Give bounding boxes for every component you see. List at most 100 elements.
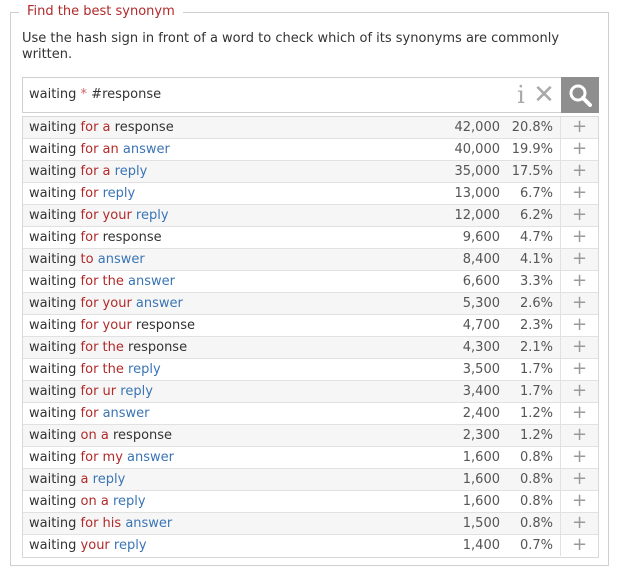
result-row: waiting for ur reply 3,400 1.7% + (23, 381, 598, 403)
phrase-word: waiting (29, 208, 81, 223)
result-count: 4,300 (462, 340, 500, 355)
result-percentage: 20.8% (511, 120, 553, 135)
result-count: 35,000 (454, 164, 501, 179)
plus-icon[interactable]: + (560, 183, 598, 204)
panel-hint: Use the hash sign in front of a word to … (22, 31, 560, 62)
plus-icon[interactable]: + (560, 205, 598, 226)
plus-icon[interactable]: + (560, 337, 598, 358)
phrase-function-words: to (80, 252, 98, 267)
phrase-word: waiting (29, 274, 81, 289)
result-phrase: waiting for the answer (29, 271, 175, 293)
result-phrase: waiting for a reply (29, 161, 147, 183)
phrase-word: waiting (29, 516, 81, 531)
plus-icon[interactable]: + (560, 249, 598, 270)
result-percentage: 0.7% (519, 538, 553, 553)
result-row: waiting on a response 2,300 1.2% + (23, 425, 598, 447)
plus-icon[interactable]: + (560, 469, 598, 490)
result-row: waiting for my answer 1,600 0.8% + (23, 447, 598, 469)
result-count: 1,600 (462, 450, 500, 465)
plus-icon[interactable]: + (560, 513, 598, 534)
phrase-word: waiting (29, 120, 81, 135)
search-icon (569, 84, 592, 107)
result-count: 4,700 (462, 318, 500, 333)
result-phrase: waiting for your answer (29, 293, 183, 315)
plus-icon[interactable]: + (560, 161, 598, 182)
result-row: waiting your reply 1,400 0.7% + (23, 535, 598, 557)
phrase-synonym-word: answer (135, 296, 183, 311)
phrase-word: response (128, 340, 188, 355)
plus-icon[interactable]: + (560, 315, 598, 336)
phrase-word: waiting (29, 538, 81, 553)
result-phrase: waiting for his answer (29, 513, 172, 535)
plus-icon[interactable]: + (560, 381, 598, 402)
search-button[interactable] (561, 77, 599, 113)
result-row: waiting on a reply 1,600 0.8% + (23, 491, 598, 513)
result-percentage: 1.2% (519, 406, 553, 421)
result-phrase: waiting for the reply (29, 359, 161, 381)
phrase-function-words: for his (80, 516, 126, 531)
phrase-word: response (135, 318, 195, 333)
result-phrase: waiting for an answer (29, 139, 170, 161)
synonym-panel: Find the best synonym Use the hash sign … (10, 4, 609, 566)
plus-icon[interactable]: + (560, 425, 598, 446)
result-percentage: 0.8% (519, 494, 553, 509)
phrase-word: waiting (29, 406, 81, 421)
result-percentage: 0.8% (519, 450, 553, 465)
phrase-word: response (102, 230, 162, 245)
phrase-synonym-word: reply (135, 208, 169, 223)
phrase-synonym-word: reply (112, 494, 146, 509)
phrase-function-words: on a (80, 428, 113, 443)
plus-icon[interactable]: + (560, 491, 598, 512)
result-phrase: waiting to answer (29, 249, 145, 271)
result-percentage: 3.3% (519, 274, 553, 289)
phrase-function-words: for a (80, 164, 115, 179)
result-phrase: waiting for a response (29, 117, 174, 139)
phrase-word: waiting (29, 472, 81, 487)
plus-icon[interactable]: + (560, 271, 598, 292)
plus-icon[interactable]: + (560, 447, 598, 468)
close-icon[interactable]: ✕ (533, 80, 555, 110)
plus-icon[interactable]: + (560, 403, 598, 424)
result-count: 9,600 (462, 230, 500, 245)
phrase-function-words: for an (80, 142, 123, 157)
plus-icon[interactable]: + (560, 359, 598, 380)
result-phrase: waiting your reply (29, 535, 147, 557)
info-icon[interactable]: i (513, 80, 529, 110)
plus-icon[interactable]: + (560, 139, 598, 160)
phrase-synonym-word: answer (127, 450, 175, 465)
phrase-function-words: for a (80, 120, 115, 135)
phrase-word: response (112, 428, 173, 443)
result-count: 8,400 (462, 252, 500, 267)
result-percentage: 1.2% (519, 428, 553, 443)
phrase-function-words: for (80, 186, 103, 201)
phrase-synonym-word: answer (125, 516, 173, 531)
result-count: 3,500 (462, 362, 500, 377)
result-row: waiting for reply 13,000 6.7% + (23, 183, 598, 205)
result-phrase: waiting for my answer (29, 447, 174, 469)
result-row: waiting for your response 4,700 2.3% + (23, 315, 598, 337)
result-percentage: 4.1% (519, 252, 553, 267)
result-row: waiting for your reply 12,000 6.2% + (23, 205, 598, 227)
result-phrase: waiting a reply (29, 469, 125, 491)
phrase-word: waiting (29, 428, 81, 443)
result-count: 2,300 (462, 428, 500, 443)
plus-icon[interactable]: + (560, 227, 598, 248)
plus-icon[interactable]: + (560, 117, 598, 138)
plus-icon[interactable]: + (560, 535, 598, 556)
result-count: 3,400 (462, 384, 500, 399)
phrase-function-words: a (80, 472, 93, 487)
phrase-word: response (114, 120, 174, 135)
query-hash-term: #response (87, 87, 162, 102)
result-percentage: 6.2% (519, 208, 553, 223)
result-count: 12,000 (454, 208, 501, 223)
phrase-synonym-word: reply (102, 186, 136, 201)
plus-icon[interactable]: + (560, 293, 598, 314)
result-count: 1,500 (462, 516, 500, 531)
result-count: 1,400 (462, 538, 500, 553)
results-list: waiting for a response 42,000 20.8% + waitin… (22, 116, 599, 558)
phrase-function-words: for (80, 230, 103, 245)
result-phrase: waiting for your response (29, 315, 195, 337)
search-bar: waiting * #response i ✕ (22, 77, 599, 113)
phrase-word: waiting (29, 252, 81, 267)
search-input[interactable]: waiting * #response (29, 78, 161, 112)
